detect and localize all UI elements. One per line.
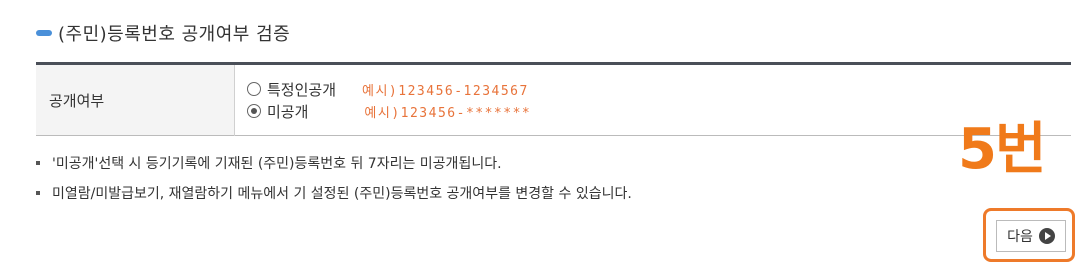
radio-private[interactable] xyxy=(247,104,261,118)
page-title: (주민)등록번호 공개여부 검증 xyxy=(58,24,291,45)
bullet-icon xyxy=(36,191,40,195)
option-row-private[interactable]: 미공개 예시)123456-******* xyxy=(247,100,1071,122)
disclosure-options: 특정인공개 예시)123456-1234567 미공개 예시)123456-**… xyxy=(235,64,1072,136)
option-label: 특정인공개 xyxy=(267,80,337,99)
option-label: 미공개 xyxy=(267,102,309,121)
bullet-icon xyxy=(36,161,40,165)
step-annotation: 5번 xyxy=(958,117,1046,182)
disclosure-form-table: 공개여부 특정인공개 예시)123456-1234567 미공개 예시)1234… xyxy=(36,62,1071,136)
option-example: 예시)123456-******* xyxy=(364,105,532,121)
radio-public-specific[interactable] xyxy=(247,82,261,96)
note-item: '미공개'선택 시 등기기록에 기재된 (주민)등록번호 뒤 7자리는 미공개됩… xyxy=(36,148,632,178)
note-item: 미열람/미발급보기, 재열람하기 메뉴에서 기 설정된 (주민)등록번호 공개여… xyxy=(36,178,632,208)
note-text: 미열람/미발급보기, 재열람하기 메뉴에서 기 설정된 (주민)등록번호 공개여… xyxy=(52,186,632,202)
note-text: '미공개'선택 시 등기기록에 기재된 (주민)등록번호 뒤 7자리는 미공개됩… xyxy=(52,156,502,172)
next-button-label: 다음 xyxy=(1007,229,1033,245)
option-row-public-specific[interactable]: 특정인공개 예시)123456-1234567 xyxy=(247,78,1071,100)
play-circle-icon xyxy=(1038,228,1055,244)
disclosure-label: 공개여부 xyxy=(36,63,235,136)
option-example: 예시)123456-1234567 xyxy=(362,83,529,99)
title-bullet-icon xyxy=(36,30,52,36)
notes-list: '미공개'선택 시 등기기록에 기재된 (주민)등록번호 뒤 7자리는 미공개됩… xyxy=(36,148,632,208)
next-button[interactable]: 다음 xyxy=(996,220,1066,252)
section-title: (주민)등록번호 공개여부 검증 xyxy=(36,20,290,46)
